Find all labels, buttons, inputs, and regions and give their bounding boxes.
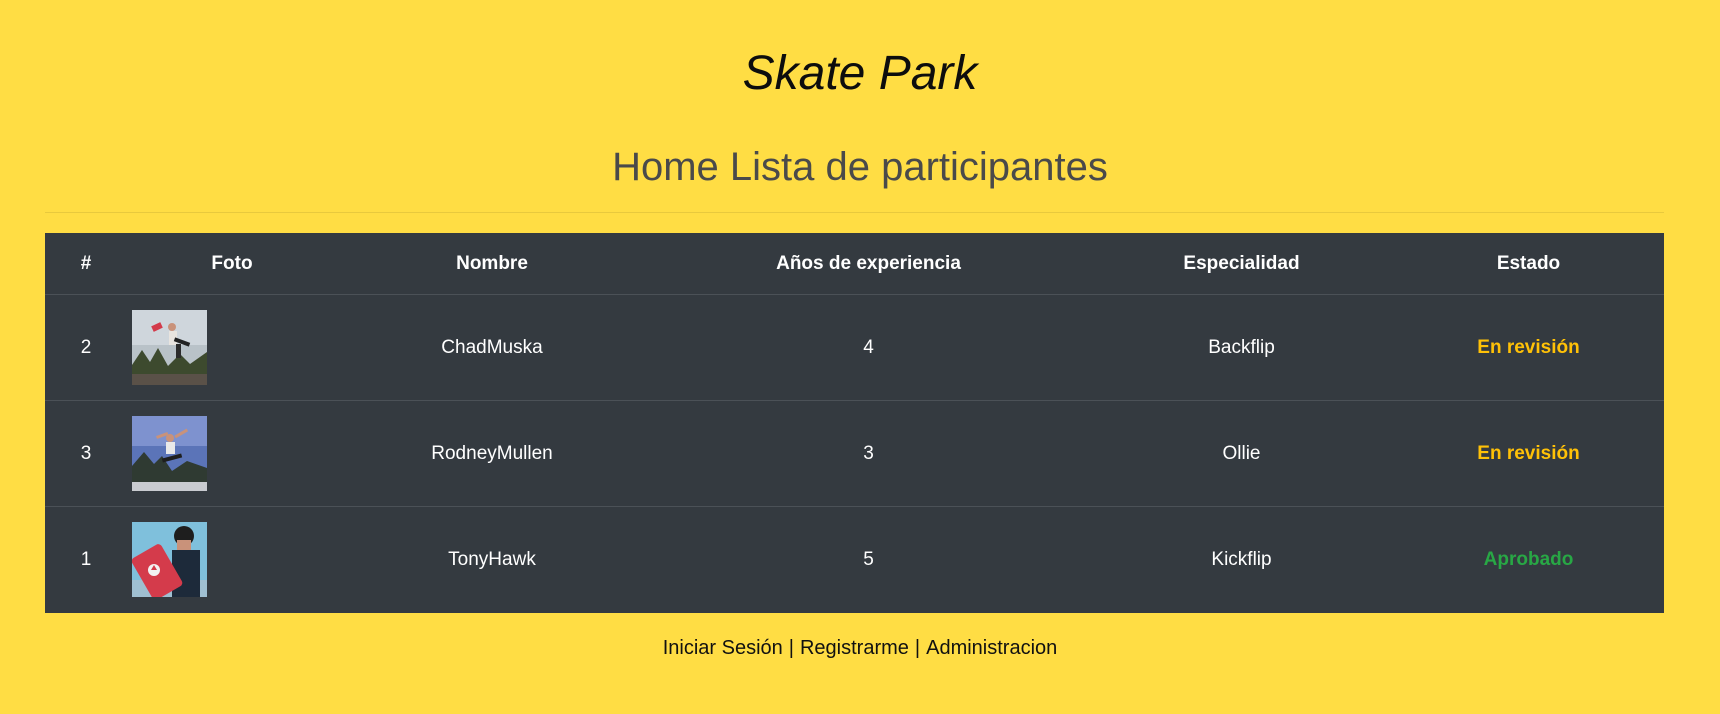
cell-especialidad: Backflip — [1208, 336, 1275, 358]
cell-especialidad: Ollie — [1090, 400, 1393, 507]
header-estado: Estado — [1393, 233, 1664, 295]
cell-foto — [127, 295, 337, 401]
cell-nombre: TonyHawk — [337, 506, 647, 612]
cell-id: 3 — [45, 400, 127, 507]
login-link[interactable]: Iniciar Sesión — [663, 637, 783, 659]
cell-nombre: RodneyMullen — [337, 400, 647, 507]
table-header-row: # Foto Nombre Años de experiencia Especi… — [45, 233, 1664, 295]
rodney-photo — [132, 416, 207, 491]
register-link[interactable]: Registrarme — [800, 637, 909, 659]
header-foto: Foto — [127, 233, 337, 295]
header-nombre: Nombre — [337, 233, 647, 295]
cell-especialidad: Kickflip — [1090, 506, 1393, 612]
admin-link[interactable]: Administracion — [926, 637, 1057, 659]
cell-anos: 5 — [647, 506, 1090, 612]
status-badge: En revisión — [1393, 400, 1664, 507]
chad-photo — [132, 310, 207, 385]
cell-anos: 3 — [647, 400, 1090, 507]
footer-separator: | — [788, 637, 794, 659]
cell-id: 1 — [45, 506, 127, 612]
page-title: Home Lista de participantes — [612, 145, 1108, 189]
tony-photo — [132, 522, 207, 597]
cell-foto — [127, 506, 337, 612]
footer-separator: | — [914, 637, 921, 659]
heading-divider — [45, 212, 1664, 213]
table-row: 2 ChadMuska 4 Backflip En revisión — [45, 295, 1664, 401]
header-anos-experiencia: Años de experiencia — [647, 233, 1090, 295]
footer-nav: Iniciar Sesión | Registrarme | Administracio… — [0, 636, 1720, 660]
cell-foto — [127, 400, 337, 507]
participants-table-container: # Foto Nombre Años de experiencia Especi… — [45, 233, 1664, 613]
participants-table: # Foto Nombre Años de experiencia Especi… — [45, 233, 1664, 612]
cell-id: 2 — [80, 336, 92, 358]
header-especialidad: Especialidad — [1090, 233, 1393, 295]
header-number: # — [45, 233, 127, 295]
cell-anos: 4 — [863, 336, 874, 358]
cell-nombre: ChadMuska — [441, 336, 543, 358]
status-badge: En revisión — [1477, 336, 1580, 358]
table-row: 1 TonyHawk 5 Kickflip Aprobado — [45, 506, 1664, 612]
status-badge: Aprobado — [1393, 506, 1664, 612]
table-row: 3 RodneyMullen 3 Ollie En revisión — [45, 400, 1664, 507]
site-title: Skate Park — [742, 47, 978, 100]
